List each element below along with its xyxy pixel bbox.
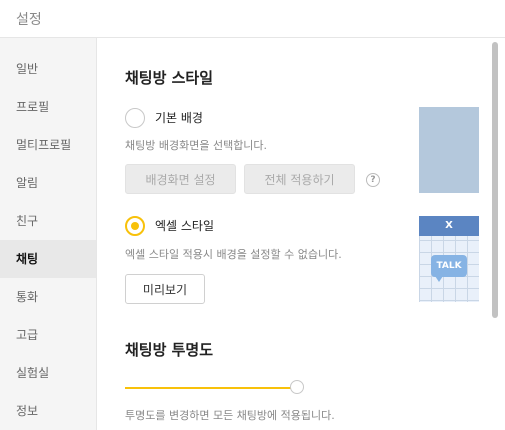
sidebar-item-friends[interactable]: 친구 [0,202,96,240]
excel-style-radio[interactable] [125,216,145,236]
sidebar-item-info[interactable]: 정보 [0,392,96,430]
set-background-button[interactable]: 배경화면 설정 [125,164,236,194]
apply-all-button[interactable]: 전체 적용하기 [244,164,355,194]
sidebar-item-labs[interactable]: 실험실 [0,354,96,392]
sidebar-item-call[interactable]: 통화 [0,278,96,316]
basic-background-radio[interactable] [125,108,145,128]
window-title: 설정 [16,12,42,28]
talk-bubble-icon: TALK [431,255,467,277]
transparency-heading: 채팅방 투명도 [125,341,214,359]
settings-content: 채팅방 스타일 기본 배경 채팅방 배경화면을 선택합니다. 배경화면 설정 전… [97,38,505,430]
transparency-description: 투명도를 변경하면 모든 채팅방에 적용됩니다. [125,409,335,422]
sidebar-item-notifications[interactable]: 알림 [0,164,96,202]
talk-bubble-tail [435,276,443,282]
title-bar: 설정 [0,0,505,38]
sidebar: 일반 프로필 멀티프로필 알림 친구 채팅 통화 고급 실험실 정보 [0,38,97,430]
help-icon[interactable]: ? [366,173,380,187]
excel-style-preview: X TALK [419,216,479,302]
sidebar-item-multi-profile[interactable]: 멀티프로필 [0,126,96,164]
sidebar-item-advanced[interactable]: 고급 [0,316,96,354]
basic-background-label[interactable]: 기본 배경 [155,109,203,126]
chat-style-heading: 채팅방 스타일 [125,69,214,87]
basic-background-preview [419,107,479,193]
transparency-slider-track[interactable] [125,387,297,389]
vertical-scrollbar[interactable] [492,42,498,318]
basic-background-description: 채팅방 배경화면을 선택합니다. [125,139,268,152]
transparency-slider-thumb[interactable] [290,380,304,394]
excel-style-description: 엑셀 스타일 적용시 배경을 설정할 수 없습니다. [125,248,342,261]
sidebar-item-general[interactable]: 일반 [0,50,96,88]
sidebar-item-profile[interactable]: 프로필 [0,88,96,126]
excel-close-icon: X [419,216,479,236]
sidebar-item-chat[interactable]: 채팅 [0,240,96,278]
radio-selected-dot [131,222,139,230]
preview-button[interactable]: 미리보기 [125,274,205,304]
excel-style-label[interactable]: 엑셀 스타일 [155,217,214,234]
